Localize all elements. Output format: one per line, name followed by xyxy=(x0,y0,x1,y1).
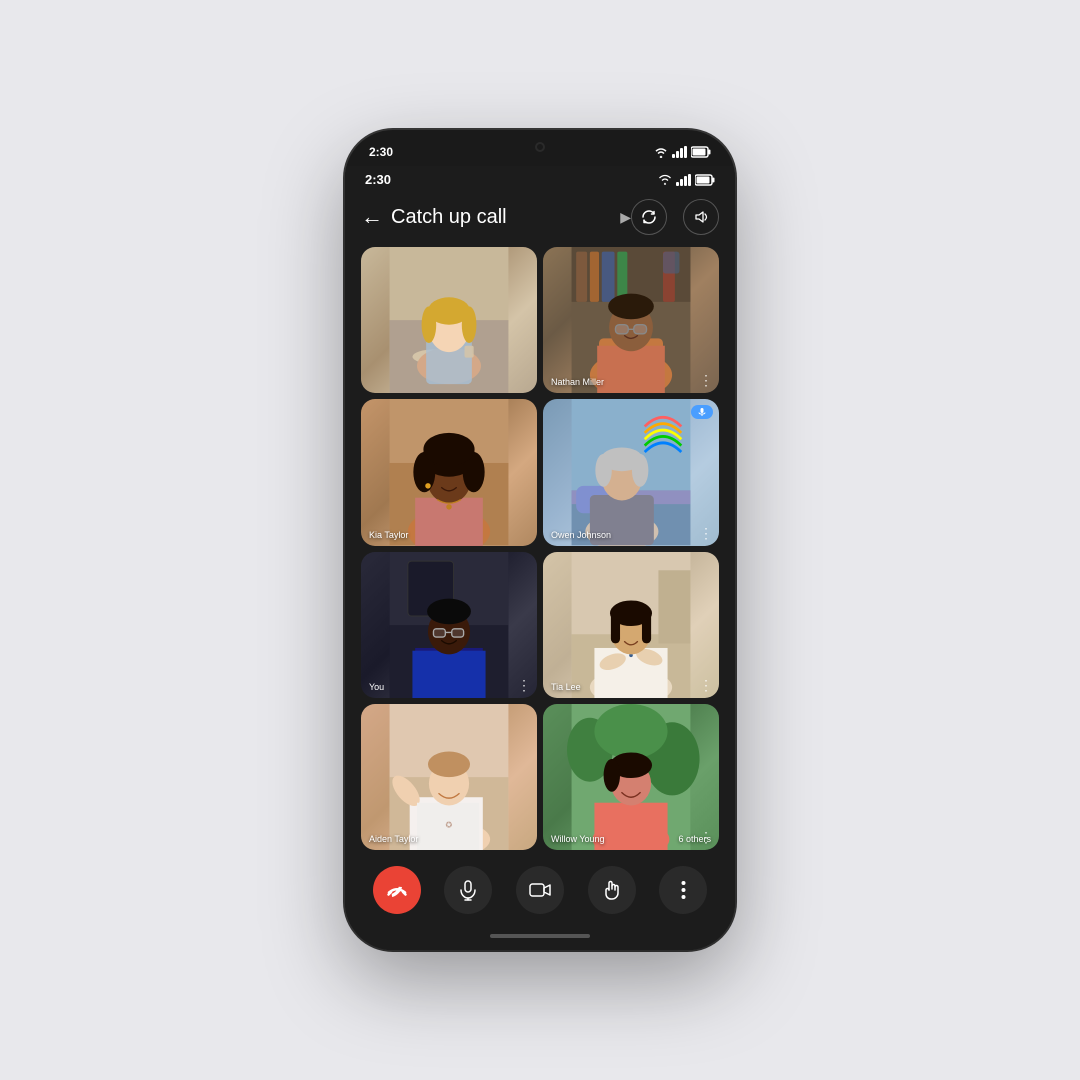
audio-button[interactable] xyxy=(683,199,719,235)
more-options-button[interactable] xyxy=(659,866,707,914)
participant-cell-1[interactable] xyxy=(361,247,537,393)
mute-button[interactable] xyxy=(444,866,492,914)
inner-battery-icon xyxy=(695,174,715,186)
svg-text:✪: ✪ xyxy=(446,820,453,829)
top-time: 2:30 xyxy=(369,145,393,159)
participant-menu-2[interactable]: ⋮ xyxy=(699,372,713,389)
switch-camera-button[interactable] xyxy=(631,199,667,235)
participant-label-8: Willow Young xyxy=(551,834,605,844)
wifi-icon xyxy=(654,146,668,158)
inner-time: 2:30 xyxy=(365,172,391,187)
camera-toggle-button[interactable] xyxy=(516,866,564,914)
call-title: Catch up call xyxy=(391,206,616,229)
camera-dot xyxy=(535,142,545,152)
inner-status-icons xyxy=(658,174,715,186)
participant-cell-4[interactable]: Owen Johnson ⋮ xyxy=(543,399,719,545)
battery-icon xyxy=(691,146,711,158)
header-actions xyxy=(631,199,719,235)
participant-menu-8[interactable]: ⋮ xyxy=(699,829,713,846)
participant-cell-7[interactable]: ✪ Aiden Taylor xyxy=(361,704,537,850)
back-button[interactable]: ← xyxy=(361,206,383,228)
phone-frame: 2:30 2 xyxy=(345,130,735,950)
participant-badge-4 xyxy=(691,405,713,419)
end-call-icon xyxy=(386,879,408,901)
participant-cell-2[interactable]: Nathan Miller ⋮ xyxy=(543,247,719,393)
signal-bars-icon xyxy=(672,146,687,158)
participant-label-3: Kia Taylor xyxy=(369,530,408,540)
person-svg-7: ✪ xyxy=(361,704,537,850)
mic-active-icon xyxy=(697,407,707,417)
hand-icon xyxy=(601,879,623,901)
participant-label-6: Tia Lee xyxy=(551,682,581,692)
person-svg-5 xyxy=(361,552,537,698)
raise-hand-button[interactable] xyxy=(588,866,636,914)
participant-menu-5[interactable]: ⋮ xyxy=(517,677,531,694)
inner-signal-icon xyxy=(676,174,691,186)
person-svg-3 xyxy=(361,399,537,545)
screen: 2:30 xyxy=(345,166,735,950)
participant-menu-4[interactable]: ⋮ xyxy=(699,525,713,542)
title-arrow: ▶ xyxy=(620,209,631,226)
switch-camera-icon xyxy=(640,208,658,226)
end-call-button[interactable] xyxy=(373,866,421,914)
home-bar xyxy=(490,934,590,938)
participant-label-7: Aiden Taylor xyxy=(369,834,418,844)
participant-cell-8[interactable]: Willow Young 6 others ⋮ xyxy=(543,704,719,850)
call-controls xyxy=(345,854,735,922)
participant-cell-5[interactable]: You ⋮ xyxy=(361,552,537,698)
top-status-icons xyxy=(654,146,711,158)
participant-label-5: You xyxy=(369,682,384,692)
person-svg-2 xyxy=(543,247,719,393)
participant-label-4: Owen Johnson xyxy=(551,530,611,540)
participant-cell-6[interactable]: Tia Lee ⋮ xyxy=(543,552,719,698)
inner-wifi-icon xyxy=(658,174,672,185)
person-svg-1 xyxy=(361,247,537,393)
mic-icon xyxy=(457,879,479,901)
call-header: ← Catch up call ▶ xyxy=(345,193,735,243)
more-icon xyxy=(681,880,686,900)
video-grid: Nathan Miller ⋮ xyxy=(345,243,735,854)
person-svg-6 xyxy=(543,552,719,698)
participant-menu-6[interactable]: ⋮ xyxy=(699,677,713,694)
speaker-icon xyxy=(692,208,710,226)
person-svg-8 xyxy=(543,704,719,850)
participant-cell-3[interactable]: Kia Taylor xyxy=(361,399,537,545)
home-indicator xyxy=(345,922,735,950)
participant-label-2: Nathan Miller xyxy=(551,377,604,387)
person-svg-4 xyxy=(543,399,719,545)
inner-status-bar: 2:30 xyxy=(345,166,735,193)
camera-icon xyxy=(529,879,551,901)
